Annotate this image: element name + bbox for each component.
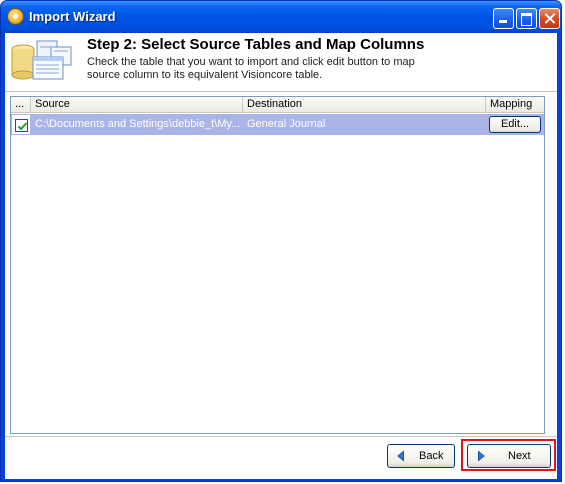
title-bar[interactable]: Import Wizard (1, 1, 561, 33)
grid-header: ... Source Destination Mapping (11, 97, 544, 113)
step-title: Step 2: Select Source Tables and Map Col… (87, 36, 425, 53)
wizard-body: Step 2: Select Source Tables and Map Col… (5, 33, 557, 479)
back-button[interactable]: Back (387, 444, 455, 468)
next-button-highlight (461, 439, 556, 471)
maximize-button[interactable] (516, 8, 537, 29)
column-header-destination[interactable]: Destination (243, 97, 486, 113)
app-icon (7, 8, 24, 25)
back-arrow-icon (397, 450, 404, 462)
header-divider (5, 91, 557, 93)
column-header-select[interactable]: ... (11, 97, 31, 113)
edit-mapping-button[interactable]: Edit... (489, 116, 541, 133)
destination-cell: General Journal (247, 118, 326, 130)
footer-divider (5, 436, 557, 438)
row-select-cell (11, 114, 31, 135)
source-path-cell: C:\Documents and Settings\debbie_t\My... (35, 118, 241, 130)
column-header-source[interactable]: Source (31, 97, 243, 113)
column-header-mapping[interactable]: Mapping (486, 97, 544, 113)
source-tables-grid[interactable]: ... Source Destination Mapping C:\Docume… (10, 96, 545, 434)
table-row[interactable]: C:\Documents and Settings\debbie_t\My...… (11, 114, 544, 135)
window-title: Import Wizard (29, 9, 116, 24)
minimize-button[interactable] (493, 8, 514, 29)
import-wizard-window: Import Wizard Step 2: Select Source Tabl… (0, 0, 562, 482)
step-description: Check the table that you want to import … (87, 56, 415, 81)
database-table-icon (11, 40, 72, 80)
row-checkbox[interactable] (15, 119, 28, 132)
back-button-label: Back (419, 450, 444, 462)
checkmark-icon (17, 122, 28, 131)
close-button[interactable] (539, 8, 560, 29)
